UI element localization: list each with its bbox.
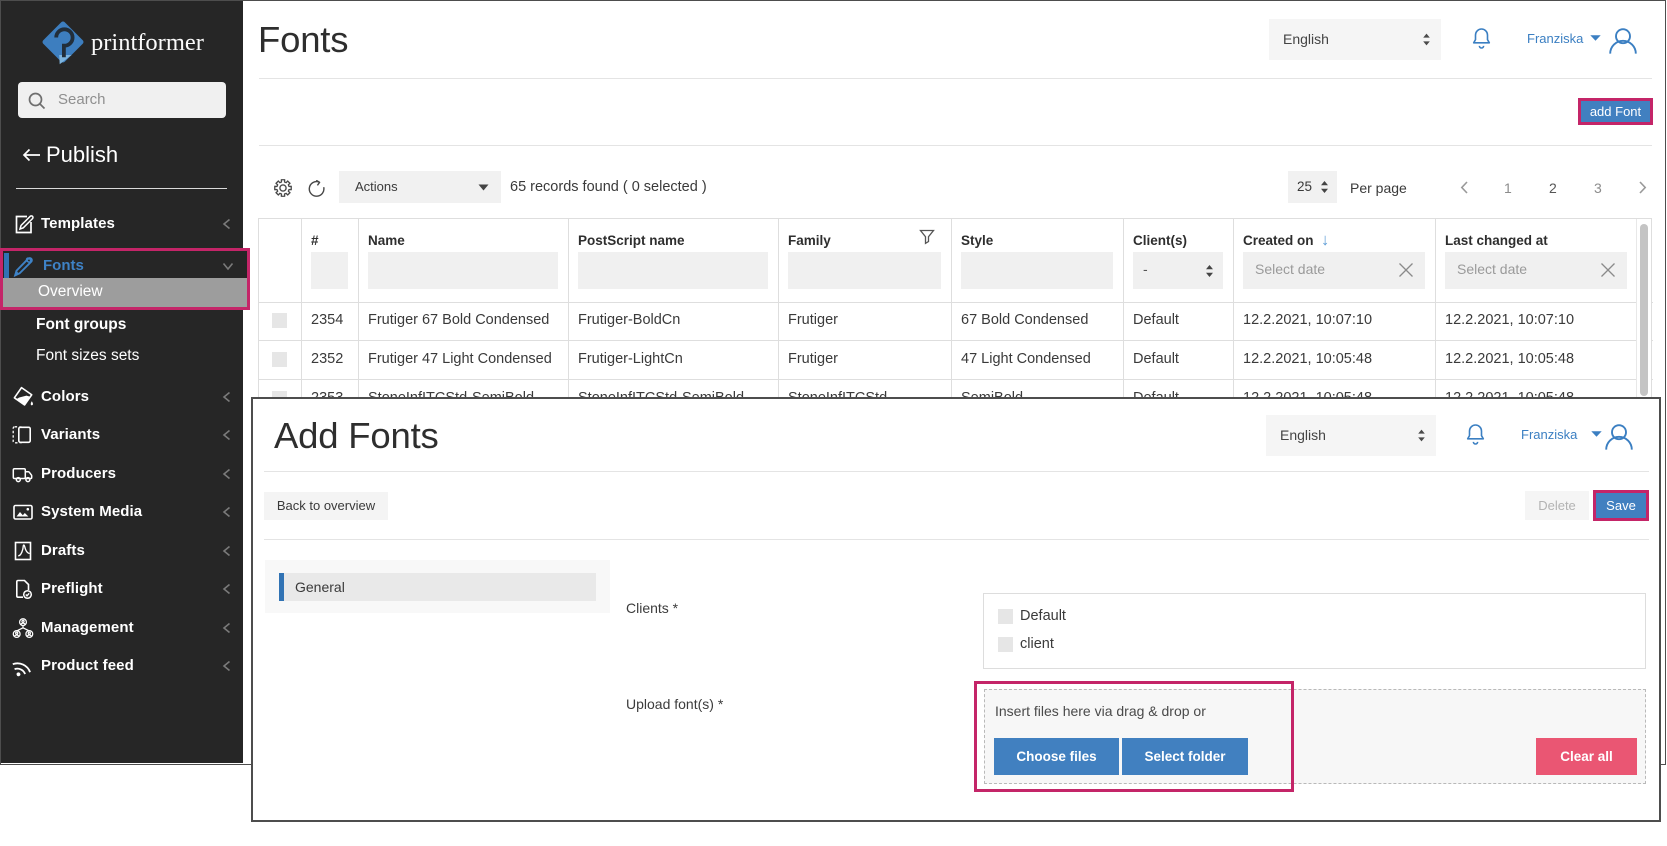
svg-text:printformer: printformer (91, 29, 204, 56)
